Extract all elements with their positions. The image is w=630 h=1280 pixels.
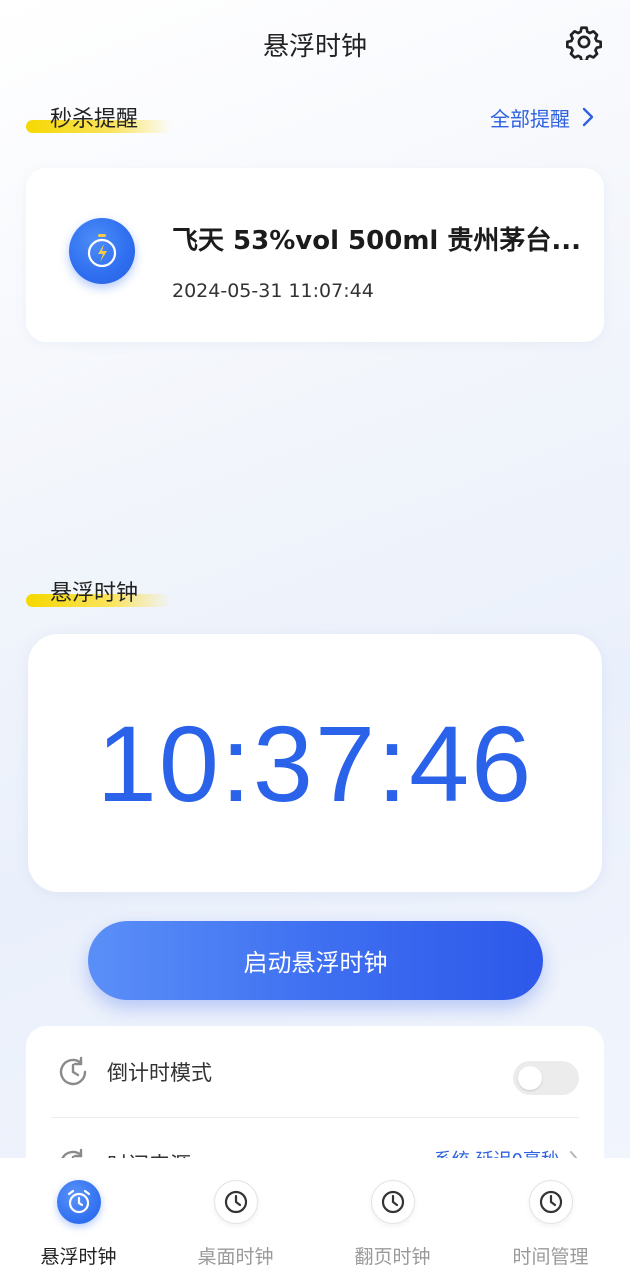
settings-button[interactable] <box>564 22 604 62</box>
gear-icon <box>566 26 602 60</box>
nav-label: 悬浮时钟 <box>40 1246 117 1268</box>
stopwatch-lightning-icon <box>69 218 135 284</box>
nav-item-time-management[interactable]: 时间管理 <box>472 1158 629 1280</box>
alarm-clock-icon <box>57 1180 101 1224</box>
clock-card: 10:37:46 <box>28 634 602 892</box>
clock-history-icon <box>56 1055 90 1089</box>
countdown-mode-toggle[interactable] <box>513 1061 579 1095</box>
clock-time-display: 10:37:46 <box>96 702 534 824</box>
reminder-title: 飞天 53%vol 500ml 贵州茅台... <box>172 226 582 256</box>
top-bar: 悬浮时钟 <box>0 0 630 90</box>
nav-item-floating-clock[interactable]: 悬浮时钟 <box>0 1158 157 1280</box>
reminder-time: 2024-05-31 11:07:44 <box>172 280 374 302</box>
floating-clock-section-title: 悬浮时钟 <box>26 575 171 607</box>
nav-label: 时间管理 <box>512 1246 589 1268</box>
reminder-card[interactable]: 飞天 53%vol 500ml 贵州茅台... 2024-05-31 11:07… <box>26 168 604 342</box>
toggle-knob <box>518 1066 542 1090</box>
page-title: 悬浮时钟 <box>262 32 367 62</box>
clock-icon <box>529 1180 573 1224</box>
all-reminders-link[interactable]: 全部提醒 <box>490 103 594 131</box>
nav-label: 翻页时钟 <box>354 1246 431 1268</box>
chevron-right-icon <box>582 107 594 127</box>
all-reminders-label: 全部提醒 <box>490 106 570 131</box>
reminders-section-title: 秒杀提醒 <box>26 101 171 133</box>
countdown-mode-label: 倒计时模式 <box>107 1060 212 1085</box>
nav-label: 桌面时钟 <box>197 1246 274 1268</box>
clock-icon <box>371 1180 415 1224</box>
nav-item-flip-clock[interactable]: 翻页时钟 <box>314 1158 471 1280</box>
start-floating-clock-button[interactable]: 启动悬浮时钟 <box>88 921 543 1000</box>
nav-item-desktop-clock[interactable]: 桌面时钟 <box>157 1158 314 1280</box>
clock-icon <box>214 1180 258 1224</box>
bottom-navigation: 悬浮时钟 桌面时钟 翻页时钟 时间管理 <box>0 1158 630 1280</box>
countdown-mode-row: 倒计时模式 <box>51 1026 579 1118</box>
